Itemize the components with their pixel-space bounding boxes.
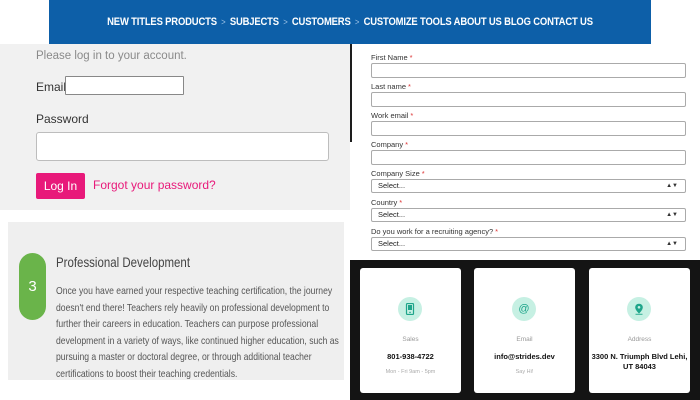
nav-separator: > xyxy=(283,17,288,27)
recruiting-agency-label: Do you work for a recruiting agency? * xyxy=(371,227,499,236)
first-name-field[interactable] xyxy=(371,63,686,78)
country-select[interactable]: Select... ▲▼ xyxy=(371,208,686,222)
contact-value[interactable]: 801-938-4722 xyxy=(360,352,461,362)
contact-kind: Address xyxy=(627,336,652,343)
password-field[interactable] xyxy=(36,132,329,161)
nav-item-customers[interactable]: CUSTOMERS xyxy=(290,16,352,28)
work-email-field[interactable] xyxy=(371,121,686,136)
phone-icon xyxy=(398,297,422,321)
contact-note: Say Hi! xyxy=(515,369,534,375)
email-field[interactable] xyxy=(65,76,184,95)
chevron-updown-icon: ▲▼ xyxy=(666,183,678,189)
contact-card-address: Address 3300 N. Triumph Blvd Lehi, UT 84… xyxy=(589,268,690,393)
login-instruction: Please log in to your account. xyxy=(36,50,187,62)
section-title: Professional Development xyxy=(56,254,191,270)
recruiting-agency-select[interactable]: Select... ▲▼ xyxy=(371,237,686,251)
chevron-updown-icon: ▲▼ xyxy=(666,241,678,247)
nav-item-customize-tools-about-blog-contact[interactable]: CUSTOMIZE TOOLS ABOUT US BLOG CONTACT US xyxy=(362,16,595,28)
signup-form: First Name * Last name * Work email * Compa… xyxy=(350,44,700,260)
contact-card-sales: Sales 801-938-4722 Mon - Fri 9am - 5pm xyxy=(360,268,461,393)
contact-kind: Email xyxy=(516,336,533,343)
first-name-label: First Name * xyxy=(371,53,413,62)
step-number-badge: 3 xyxy=(19,253,46,320)
last-name-label: Last name * xyxy=(371,82,411,91)
professional-development-card: 3 Professional Development Once you have… xyxy=(8,222,344,380)
login-panel: Please log in to your account. Email Pas… xyxy=(0,44,350,210)
nav-separator: > xyxy=(221,17,226,27)
contact-value[interactable]: info@strides.dev xyxy=(474,352,575,362)
contact-card-email: @ Email info@strides.dev Say Hi! xyxy=(474,268,575,393)
nav-separator: > xyxy=(354,17,360,27)
at-sign-icon: @ xyxy=(512,297,536,321)
contact-value: 3300 N. Triumph Blvd Lehi, UT 84043 xyxy=(591,352,688,371)
email-label: Email xyxy=(36,80,67,94)
panel-divider xyxy=(350,44,352,142)
company-label: Company * xyxy=(371,140,409,149)
country-label: Country * xyxy=(371,198,403,207)
chevron-updown-icon: ▲▼ xyxy=(666,212,678,218)
password-label: Password xyxy=(36,112,89,126)
last-name-field[interactable] xyxy=(371,92,686,107)
section-description: Once you have earned your respective tea… xyxy=(56,285,339,380)
company-field[interactable] xyxy=(371,150,686,165)
nav-item-subjects[interactable]: SUBJECTS xyxy=(228,16,281,28)
company-size-select[interactable]: Select... ▲▼ xyxy=(371,179,686,193)
map-pin-icon xyxy=(627,297,651,321)
top-navigation: NEW TITLES PRODUCTS > SUBJECTS > CUSTOME… xyxy=(49,0,651,44)
nav-item-new-titles-products[interactable]: NEW TITLES PRODUCTS xyxy=(105,16,218,28)
contact-note: Mon - Fri 9am - 5pm xyxy=(385,369,436,375)
forgot-password-link[interactable]: Forgot your password? xyxy=(93,178,216,192)
login-button[interactable]: Log In xyxy=(36,173,85,199)
contact-kind: Sales xyxy=(402,336,419,343)
contact-section: Sales 801-938-4722 Mon - Fri 9am - 5pm @… xyxy=(350,260,700,400)
company-size-label: Company Size * xyxy=(371,169,425,178)
work-email-label: Work email * xyxy=(371,111,414,120)
